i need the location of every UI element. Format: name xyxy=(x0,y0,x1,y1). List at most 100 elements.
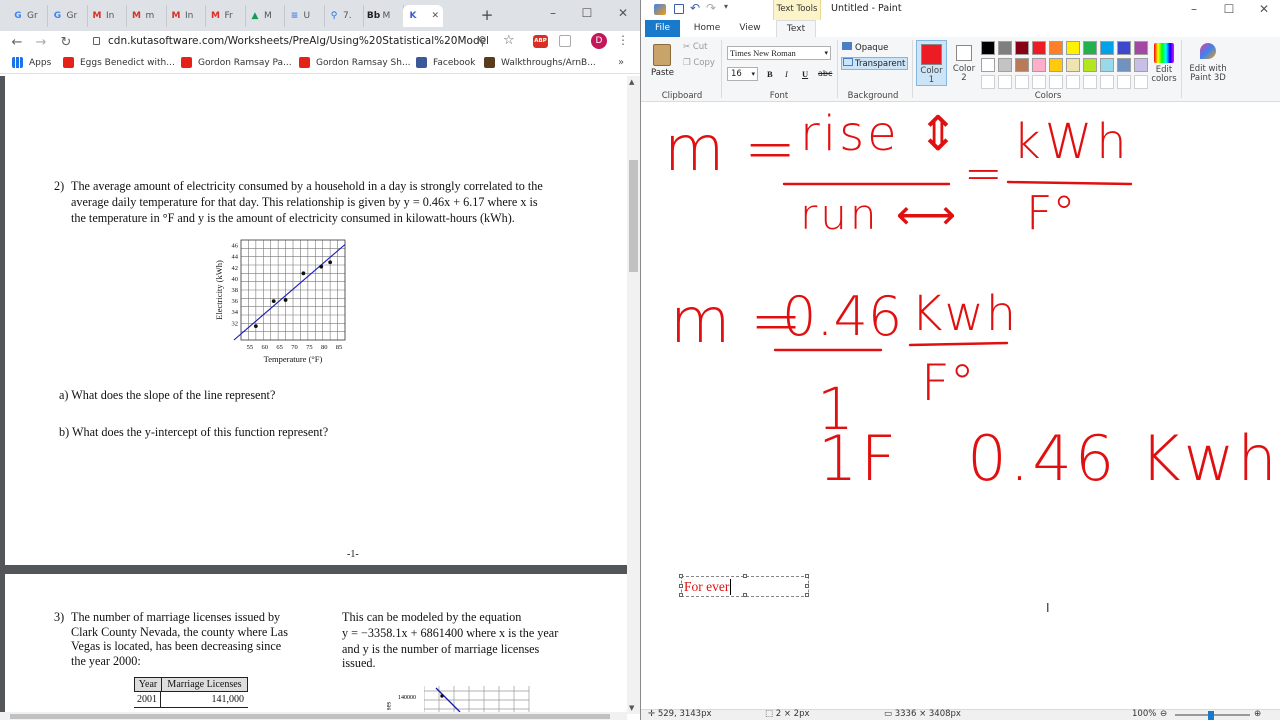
bookmark-gordon-ramsay-pa[interactable]: Gordon Ramsay Pa... xyxy=(181,57,292,68)
browser-tab[interactable]: G Gr xyxy=(48,5,88,27)
palette-swatch-empty[interactable] xyxy=(1100,75,1114,89)
palette-swatch-empty[interactable] xyxy=(1134,75,1148,89)
palette-swatch[interactable] xyxy=(981,41,995,55)
close-button[interactable]: ✕ xyxy=(614,4,632,22)
palette-swatch[interactable] xyxy=(1100,58,1114,72)
back-icon[interactable]: ← xyxy=(8,33,26,51)
bookmark-facebook[interactable]: Facebook xyxy=(416,57,475,68)
qat-dropdown-icon[interactable]: ▾ xyxy=(724,2,728,11)
adblock-icon[interactable]: ABP xyxy=(533,35,548,48)
palette-swatch[interactable] xyxy=(1134,41,1148,55)
edit-colors-button[interactable]: Edit colors xyxy=(1150,41,1178,87)
zoom-in-button[interactable]: ⊕ xyxy=(1254,709,1261,720)
text-box-content[interactable]: For ever xyxy=(684,579,732,595)
zoom-slider-thumb[interactable] xyxy=(1208,711,1214,720)
scroll-up-arrow[interactable]: ▲ xyxy=(629,78,634,86)
zoom-out-button[interactable]: ⊖ xyxy=(1160,709,1167,720)
paint-close-button[interactable]: ✕ xyxy=(1255,0,1273,18)
new-tab-button[interactable]: + xyxy=(480,8,494,23)
transparent-button[interactable]: Transparent xyxy=(841,57,908,70)
paste-button[interactable]: Paste xyxy=(651,68,674,78)
tab-file[interactable]: File xyxy=(645,20,680,37)
browser-tab[interactable]: ≡ U xyxy=(285,5,325,27)
paint-minimize-button[interactable]: – xyxy=(1185,0,1203,18)
palette-swatch[interactable] xyxy=(1015,41,1029,55)
text-box-handle[interactable] xyxy=(679,584,683,588)
palette-swatch-empty[interactable] xyxy=(1117,75,1131,89)
palette-swatch[interactable] xyxy=(1083,41,1097,55)
scroll-down-arrow[interactable]: ▼ xyxy=(629,704,634,712)
palette-swatch[interactable] xyxy=(1083,58,1097,72)
profile-avatar[interactable]: D xyxy=(591,33,607,49)
palette-swatch[interactable] xyxy=(1049,58,1063,72)
text-box[interactable]: For ever xyxy=(679,574,809,597)
undo-icon[interactable]: ↶ xyxy=(690,1,700,15)
forward-icon[interactable]: → xyxy=(32,33,50,51)
palette-swatch[interactable] xyxy=(998,41,1012,55)
tab-home[interactable]: Home xyxy=(691,20,723,37)
text-box-handle[interactable] xyxy=(805,574,809,578)
save-icon[interactable] xyxy=(674,4,684,14)
text-box-handle[interactable] xyxy=(743,593,747,597)
browser-tab[interactable]: M Fr xyxy=(206,5,246,27)
browser-tab[interactable]: ⚲ 7. xyxy=(324,5,364,27)
color1-button[interactable]: Color 1 xyxy=(916,40,947,86)
menu-icon[interactable]: ⋮ xyxy=(617,33,629,47)
paint-maximize-button[interactable]: ☐ xyxy=(1220,0,1238,18)
palette-swatch-empty[interactable] xyxy=(1015,75,1029,89)
minimize-button[interactable]: – xyxy=(544,4,562,22)
zoom-icon[interactable]: ⚲ xyxy=(478,34,487,48)
browser-tab[interactable]: ▲ M xyxy=(245,5,285,27)
text-box-handle[interactable] xyxy=(679,593,683,597)
bookmark-eggs-benedict[interactable]: Eggs Benedict with... xyxy=(63,57,175,68)
browser-tab[interactable]: K ✕ xyxy=(403,5,443,27)
palette-swatch[interactable] xyxy=(1032,41,1046,55)
redo-icon[interactable]: ↷ xyxy=(706,1,716,15)
horizontal-scroll-thumb[interactable] xyxy=(10,714,610,719)
bookmark-gordon-ramsay-sh[interactable]: Gordon Ramsay Sh... xyxy=(299,57,411,68)
reload-icon[interactable]: ↻ xyxy=(57,33,75,51)
bookmarks-overflow-icon[interactable]: » xyxy=(618,57,624,68)
vertical-scroll-thumb[interactable] xyxy=(629,160,638,272)
palette-swatch-empty[interactable] xyxy=(998,75,1012,89)
palette-swatch[interactable] xyxy=(998,58,1012,72)
opaque-button[interactable]: Opaque xyxy=(842,42,888,55)
palette-swatch-empty[interactable] xyxy=(1032,75,1046,89)
palette-swatch[interactable] xyxy=(1100,41,1114,55)
paint3d-button[interactable]: Edit with Paint 3D xyxy=(1186,41,1230,87)
palette-swatch-empty[interactable] xyxy=(1083,75,1097,89)
palette-swatch-empty[interactable] xyxy=(1066,75,1080,89)
palette-swatch[interactable] xyxy=(1049,41,1063,55)
bookmark-star-icon[interactable]: ☆ xyxy=(503,33,515,48)
tab-view[interactable]: View xyxy=(735,20,765,37)
text-box-handle[interactable] xyxy=(743,574,747,578)
paste-icon[interactable] xyxy=(653,44,671,66)
text-box-handle[interactable] xyxy=(805,593,809,597)
tab-close-icon[interactable]: ✕ xyxy=(431,11,439,21)
copy-button[interactable]: ❐ Copy xyxy=(683,58,715,68)
palette-swatch-empty[interactable] xyxy=(1049,75,1063,89)
browser-tab[interactable]: M In xyxy=(166,5,206,27)
palette-swatch[interactable] xyxy=(1066,58,1080,72)
italic-button[interactable]: I xyxy=(785,69,788,79)
tab-text[interactable]: Text xyxy=(776,20,816,38)
paint-app-icon[interactable] xyxy=(654,4,666,15)
palette-swatch[interactable] xyxy=(1117,41,1131,55)
browser-tab[interactable]: Mm xyxy=(127,5,167,27)
browser-tab[interactable]: Bb M xyxy=(364,5,404,27)
palette-swatch[interactable] xyxy=(1015,58,1029,72)
maximize-button[interactable]: ☐ xyxy=(578,4,596,22)
bookmark-walkthroughs[interactable]: Walkthroughs/ArnB... xyxy=(484,57,596,68)
font-family-select[interactable]: Times New Roman ▾ xyxy=(727,46,831,60)
palette-swatch-empty[interactable] xyxy=(981,75,995,89)
text-box-handle[interactable] xyxy=(805,584,809,588)
palette-swatch[interactable] xyxy=(981,58,995,72)
palette-swatch[interactable] xyxy=(1032,58,1046,72)
font-size-select[interactable]: 16 ▾ xyxy=(727,67,758,81)
bookmark-apps[interactable]: Apps xyxy=(12,57,51,68)
extension-icon[interactable] xyxy=(559,35,571,47)
browser-tab[interactable]: M In xyxy=(87,5,127,27)
palette-swatch[interactable] xyxy=(1066,41,1080,55)
url-input[interactable]: cdn.kutasoftware.com/Worksheets/PreAlg/U… xyxy=(108,33,488,50)
browser-tab[interactable]: G Gr xyxy=(8,5,48,27)
